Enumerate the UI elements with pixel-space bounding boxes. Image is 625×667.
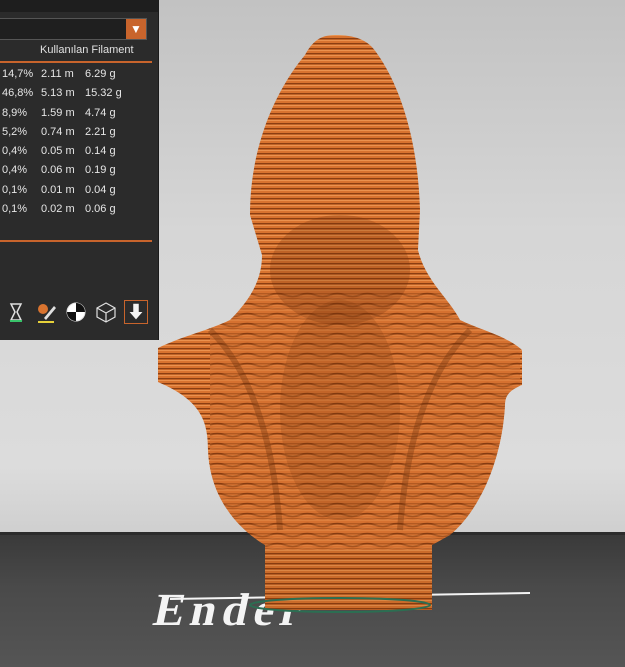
weight-cell: 0.06 g (85, 203, 116, 216)
view-toolbar (0, 300, 158, 330)
weight-cell: 4.74 g (85, 106, 116, 119)
length-cell: 0.06 m (41, 164, 75, 177)
length-cell: 0.74 m (41, 125, 75, 138)
weight-cell: 6.29 g (85, 68, 116, 80)
print-info-panel: ▼ Kullanılan Filament 14,7% 2.11 m 6.29 … (0, 0, 159, 340)
weight-cell: 15.32 g (85, 87, 122, 100)
table-row: 5,2% 0.74 m 2.21 g (0, 124, 152, 143)
table-row: 0,4% 0.05 m 0.14 g (0, 143, 152, 162)
weight-cell: 0.04 g (85, 183, 116, 196)
length-cell: 0.05 m (41, 145, 75, 158)
filament-table: 14,7% 2.11 m 6.29 g 46,8% 5.13 m 15.32 g… (0, 66, 152, 220)
wireframe-cube-icon[interactable] (94, 300, 118, 324)
table-row: 0,4% 0.06 m 0.19 g (0, 162, 152, 181)
paint-pen-icon[interactable] (34, 300, 58, 324)
table-row: 8,9% 1.59 m 4.74 g (0, 105, 152, 124)
length-cell: 5.13 m (41, 87, 75, 100)
export-down-icon[interactable] (124, 300, 148, 324)
table-row: 46,8% 5.13 m 15.32 g (0, 85, 152, 104)
length-cell: 2.11 m (41, 68, 74, 80)
table-row: 14,7% 2.11 m 6.29 g (0, 66, 152, 85)
table-row: 0,1% 0.01 m 0.04 g (0, 182, 152, 201)
header-divider (0, 61, 152, 63)
length-cell: 0.01 m (41, 183, 75, 196)
percent-cell: 46,8% (2, 87, 34, 100)
chevron-down-icon[interactable]: ▼ (126, 19, 146, 39)
3d-model-bust[interactable] (150, 30, 530, 615)
length-cell: 0.02 m (41, 203, 75, 216)
table-divider (0, 240, 152, 242)
percent-cell: 0,4% (2, 145, 28, 158)
weight-cell: 0.14 g (85, 145, 116, 158)
hourglass-icon[interactable] (4, 300, 28, 324)
percent-cell: 8,9% (2, 106, 28, 119)
percent-cell: 0,4% (2, 164, 28, 177)
percent-cell: 0,1% (2, 203, 28, 216)
weight-cell: 0.19 g (85, 164, 116, 177)
panel-header-bar (0, 0, 158, 12)
checker-icon[interactable] (64, 300, 88, 324)
table-row: 0,1% 0.02 m 0.06 g (0, 201, 152, 220)
weight-cell: 2.21 g (85, 125, 116, 138)
material-dropdown[interactable]: ▼ (0, 18, 147, 40)
percent-cell: 0,1% (2, 183, 28, 196)
column-header-filament: Kullanılan Filament (40, 44, 134, 56)
percent-cell: 14,7% (2, 68, 34, 80)
length-cell: 1.59 m (41, 106, 75, 119)
percent-cell: 5,2% (2, 125, 28, 138)
